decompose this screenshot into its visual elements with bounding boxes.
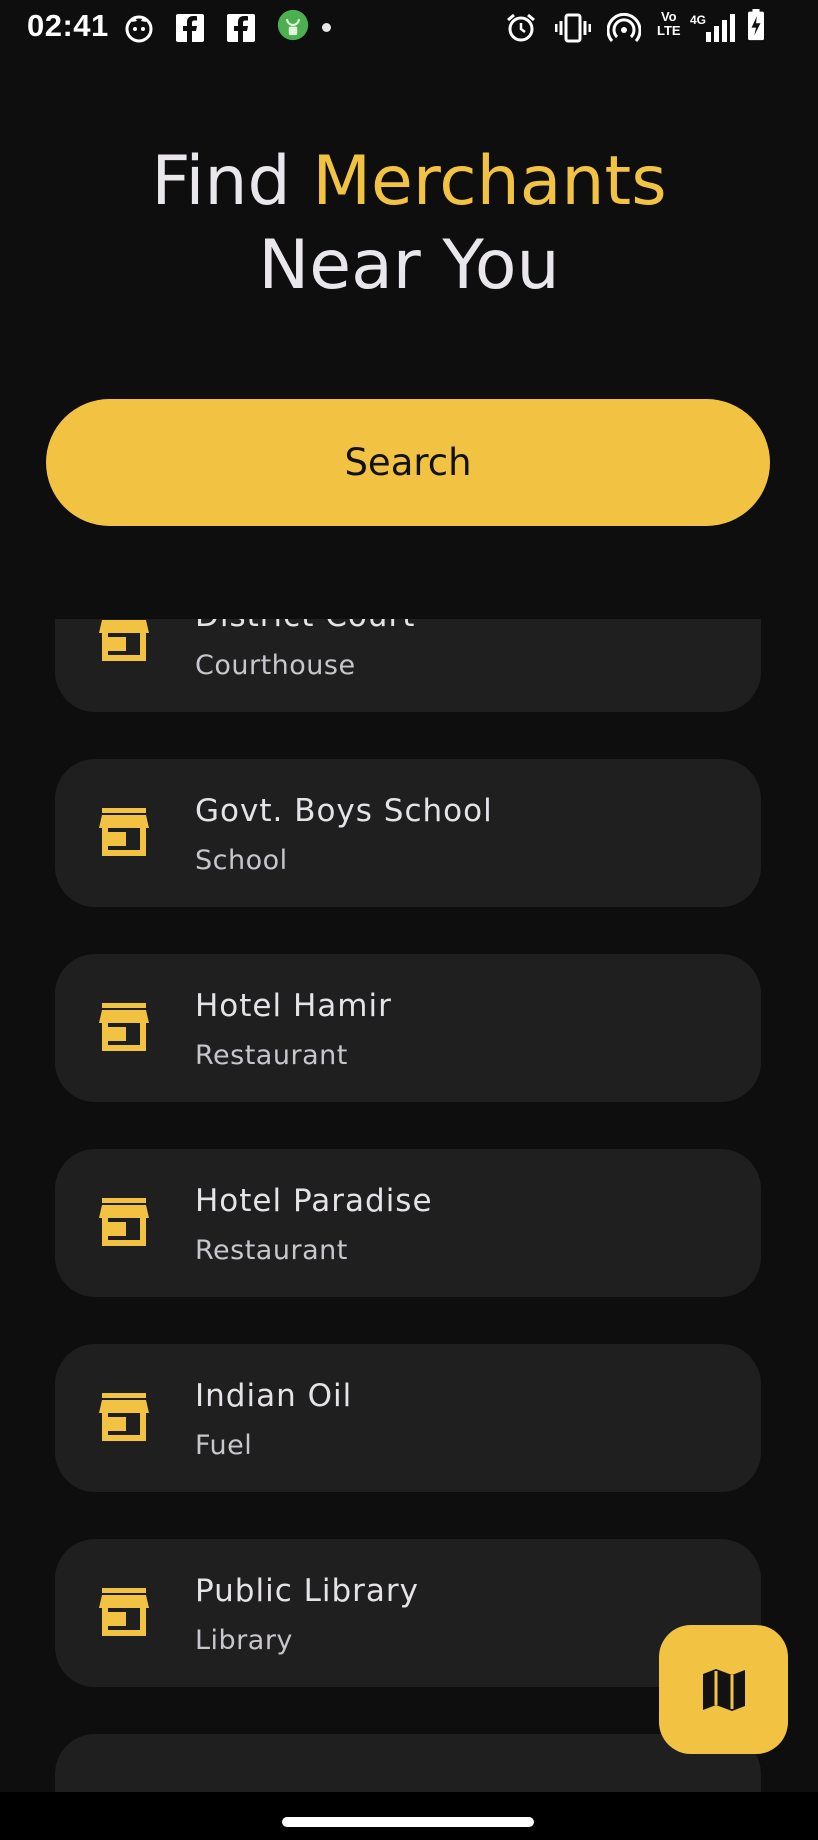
status-time: 02:41: [27, 8, 109, 43]
vibrate-icon: [555, 13, 591, 43]
network-type-label: 4G: [690, 13, 706, 27]
search-button[interactable]: Search: [46, 399, 770, 526]
merchant-category: Restaurant: [195, 1040, 348, 1071]
merchant-category: Library: [195, 1625, 293, 1656]
status-bar: 02:41 Vo LTE 4G: [0, 0, 818, 56]
store-icon: [99, 1198, 149, 1246]
map-icon: [702, 1668, 745, 1711]
merchant-name: Hotel Hamir: [195, 988, 392, 1024]
navigation-bar: [0, 1792, 818, 1840]
merchant-card[interactable]: Public Library Library: [55, 1539, 761, 1687]
hotspot-icon: [607, 12, 641, 42]
alarm-icon: [507, 13, 535, 42]
merchant-card[interactable]: District Court Courthouse: [55, 619, 761, 712]
title-line2: Near You: [258, 226, 560, 305]
merchant-name: Govt. Boys School: [195, 793, 493, 829]
store-icon: [99, 1588, 149, 1636]
merchant-card-partial[interactable]: [55, 1734, 761, 1792]
merchant-category: Courthouse: [195, 650, 356, 681]
title-accent: Merchants: [312, 142, 667, 221]
merchant-category: Fuel: [195, 1430, 253, 1461]
merchant-card[interactable]: Indian Oil Fuel: [55, 1344, 761, 1492]
store-icon: [99, 1003, 149, 1051]
merchant-name: Public Library: [195, 1573, 419, 1609]
notification-dot: [322, 23, 331, 32]
facebook-icon: [176, 14, 204, 42]
title-part1: Find: [151, 142, 313, 221]
merchant-name: District Court: [195, 619, 415, 634]
android-icon: [277, 9, 309, 41]
map-button[interactable]: [659, 1625, 788, 1754]
merchant-category: School: [195, 845, 288, 876]
volte-indicator: Vo LTE: [657, 9, 681, 38]
page-title: Find Merchants Near You: [0, 140, 818, 308]
signal-icon: 4G: [690, 13, 735, 42]
facebook-icon: [227, 14, 255, 42]
merchant-name: Indian Oil: [195, 1378, 353, 1414]
merchant-name: Hotel Paradise: [195, 1183, 433, 1219]
merchant-list[interactable]: District Court Courthouse Govt. Boys Schoo…: [0, 619, 818, 1792]
store-icon: [99, 1393, 149, 1441]
merchant-card[interactable]: Govt. Boys School School: [55, 759, 761, 907]
merchant-category: Restaurant: [195, 1235, 348, 1266]
home-gesture-handle[interactable]: [282, 1817, 534, 1827]
cat-icon: [125, 15, 153, 43]
merchant-card[interactable]: Hotel Hamir Restaurant: [55, 954, 761, 1102]
battery-charging-icon: [748, 9, 764, 41]
store-icon: [99, 808, 149, 856]
merchant-card[interactable]: Hotel Paradise Restaurant: [55, 1149, 761, 1297]
store-icon: [99, 619, 149, 661]
